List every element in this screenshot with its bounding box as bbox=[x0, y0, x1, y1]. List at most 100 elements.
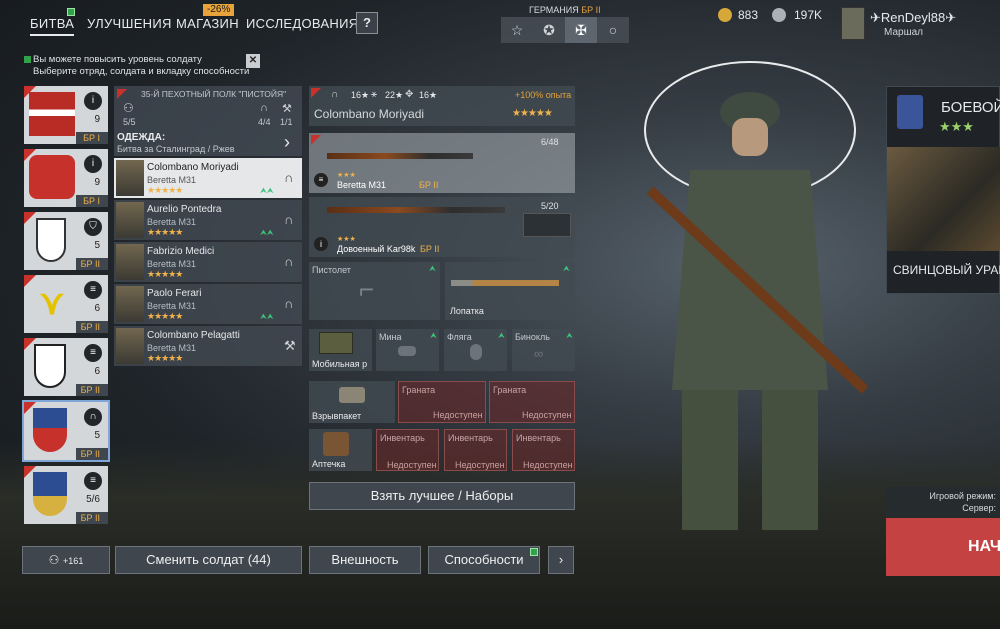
squad-card[interactable]: ≡ 6 БР II bbox=[24, 338, 108, 396]
slot-label: Аптечка bbox=[312, 459, 346, 469]
gold-amount[interactable]: 883 bbox=[738, 8, 758, 22]
explosive-slot[interactable]: Взрывпакет bbox=[309, 381, 395, 423]
medkit-slot[interactable]: Аптечка bbox=[309, 429, 372, 471]
flask-slot[interactable]: Фляга ⮝ bbox=[444, 329, 507, 371]
star-icon[interactable]: ☆ bbox=[501, 17, 533, 43]
take-best-button[interactable]: Взять лучшее / Наборы bbox=[309, 482, 575, 510]
slot-label: Мина bbox=[379, 332, 402, 342]
clothes-label: ОДЕЖДА: bbox=[117, 132, 166, 143]
silver-amount[interactable]: 197K bbox=[794, 8, 822, 22]
stat-3: 16★ bbox=[419, 90, 438, 100]
soldier-stars: ★★★★★ bbox=[147, 185, 183, 195]
ammo-count: 5/20 bbox=[541, 201, 559, 211]
mine-slot[interactable]: Мина ⮝ bbox=[376, 329, 439, 371]
soldier-portrait bbox=[116, 244, 144, 280]
player-rank: Маршал bbox=[884, 27, 923, 38]
headphones-icon: ∩ bbox=[331, 89, 339, 100]
event-title: БОЕВОЙ bbox=[941, 99, 1000, 116]
binoculars-slot[interactable]: Бинокль ∞ ⮝ bbox=[512, 329, 575, 371]
abilities-button[interactable]: Способности bbox=[428, 546, 540, 574]
soldier-row[interactable]: Colombano Pelagatti Beretta M31 ★★★★★ ⚒ bbox=[114, 326, 302, 366]
bayonet-slot[interactable] bbox=[523, 213, 571, 237]
headphones-icon: ∩ bbox=[284, 170, 294, 185]
soldier-portrait bbox=[116, 286, 144, 322]
grenade-slot-locked[interactable]: Граната Недоступен bbox=[489, 381, 575, 423]
headphones-icon: ∩ bbox=[284, 254, 294, 269]
squad-count: 5/6 bbox=[86, 494, 100, 505]
new-indicator bbox=[67, 8, 75, 16]
player-name[interactable]: ✈RenDeyl88✈ bbox=[870, 10, 956, 26]
squad-card-selected[interactable]: ∩ 5 БР II bbox=[22, 400, 110, 462]
event-card[interactable]: БОЕВОЙ ★★★ СВИНЦОВЫЙ УРАГ bbox=[886, 86, 1000, 294]
rifle-icon bbox=[327, 207, 505, 213]
soldier-row[interactable]: Fabrizio Medici Beretta M31 ★★★★★ ∩ bbox=[114, 242, 302, 282]
squad-br: БР II bbox=[76, 448, 108, 460]
next-button[interactable]: › bbox=[548, 546, 574, 574]
japan-icon[interactable]: ○ bbox=[597, 17, 629, 43]
soldier-stars: ★★★★★ bbox=[512, 108, 553, 119]
soldier-portrait bbox=[116, 202, 144, 238]
close-notice-button[interactable]: ✕ bbox=[246, 54, 260, 68]
people-icon: ⚇ bbox=[48, 553, 60, 567]
flag-icon bbox=[311, 88, 321, 98]
change-soldiers-button[interactable]: Сменить солдат (44) bbox=[115, 546, 302, 574]
shovel-slot[interactable]: Лопатка ⮝ bbox=[445, 262, 575, 320]
members-count: 5/5 bbox=[123, 117, 136, 127]
squad-count: 9 bbox=[94, 177, 100, 188]
squad-card[interactable]: i 9 БР I bbox=[24, 149, 108, 207]
soldier-row[interactable]: Paolo Ferari Beretta M31 ★★★★★ ⮝⮝ ∩ bbox=[114, 284, 302, 324]
unavailable-label: Недоступен bbox=[522, 410, 572, 420]
nation-selector[interactable]: ☆ ✪ ✠ ○ bbox=[501, 17, 629, 43]
squad-br: БР I bbox=[76, 195, 108, 207]
silver-icon bbox=[772, 8, 786, 22]
ammo-count: 6/48 bbox=[541, 137, 559, 147]
chevron-right-icon[interactable]: › bbox=[284, 132, 290, 153]
grenade-slot-locked[interactable]: Граната Недоступен bbox=[398, 381, 486, 423]
squad-br: БР II bbox=[76, 258, 108, 270]
squad-count: 5 bbox=[94, 430, 100, 441]
secondary-weapon-slot[interactable]: 5/20 i ★★★ Довоенный Kar98k БР II bbox=[309, 197, 575, 257]
start-button[interactable]: НАЧА bbox=[886, 518, 1000, 576]
appearance-button[interactable]: Внешность bbox=[309, 546, 421, 574]
face bbox=[732, 118, 768, 156]
slot-label: Инвентарь bbox=[448, 433, 493, 443]
pistol-slot[interactable]: Пистолет ⌐ ⮝ bbox=[309, 262, 440, 320]
primary-weapon-slot[interactable]: 6/48 ≡ ★★★ Beretta M31 БР II bbox=[309, 133, 575, 193]
radio-slot[interactable]: Мобильная р bbox=[309, 329, 372, 371]
germany-cross-icon[interactable]: ✠ bbox=[565, 17, 597, 43]
stat-1: 16★ bbox=[351, 90, 370, 100]
game-mode-panel[interactable]: Игровой режим: Сервер: bbox=[886, 487, 1000, 517]
tab-shop[interactable]: МАГАЗИН bbox=[176, 16, 239, 34]
squad-br: БР II bbox=[76, 321, 108, 333]
allies-icon[interactable]: ✪ bbox=[533, 17, 565, 43]
tab-battle[interactable]: БИТВА bbox=[30, 16, 75, 36]
tab-research[interactable]: ИССЛЕДОВАНИЯ bbox=[246, 16, 358, 34]
squad-card[interactable]: ⛉ 5 БР II bbox=[24, 212, 108, 270]
clothes-value[interactable]: Битва за Сталинград / Ржев bbox=[117, 144, 235, 154]
tab-upgrades[interactable]: УЛУЧШЕНИЯ bbox=[87, 16, 172, 34]
radio-count: 4/4 bbox=[258, 117, 271, 127]
soldier-name: Colombano Moriyadi bbox=[147, 162, 239, 173]
inventory-slot-locked[interactable]: Инвентарь Недоступен bbox=[376, 429, 439, 471]
squad-br: БР II bbox=[76, 384, 108, 396]
inventory-slot-locked[interactable]: Инвентарь Недоступен bbox=[512, 429, 575, 471]
squad-br: БР II bbox=[76, 512, 108, 524]
soldier-stars: ★★★★★ bbox=[147, 311, 183, 321]
avatar[interactable] bbox=[841, 7, 865, 40]
squad-card[interactable]: ⋎ ≡ 6 БР II bbox=[24, 275, 108, 333]
soldier-name: Fabrizio Medici bbox=[147, 246, 215, 257]
squad-emblem bbox=[33, 408, 67, 452]
flag-icon bbox=[117, 89, 127, 99]
squads-button[interactable]: ⚇ +161 bbox=[22, 546, 110, 574]
squad-br: БР I bbox=[76, 132, 108, 144]
slot-label: Мобильная р bbox=[312, 359, 368, 369]
squad-card[interactable]: ≡ 5/6 БР II bbox=[24, 466, 108, 524]
slot-label: Фляга bbox=[447, 332, 472, 342]
squad-emblem bbox=[36, 218, 66, 262]
level-up-icon: ⮝ bbox=[566, 331, 573, 340]
help-button[interactable]: ? bbox=[356, 12, 378, 34]
inventory-slot-locked[interactable]: Инвентарь Недоступен bbox=[444, 429, 507, 471]
squad-card[interactable]: i 9 БР I bbox=[24, 86, 108, 144]
soldier-row-selected[interactable]: Colombano Moriyadi Beretta M31 ★★★★★ ⮝⮝ … bbox=[114, 158, 302, 198]
soldier-row[interactable]: Aurelio Pontedra Beretta M31 ★★★★★ ⮝⮝ ∩ bbox=[114, 200, 302, 240]
